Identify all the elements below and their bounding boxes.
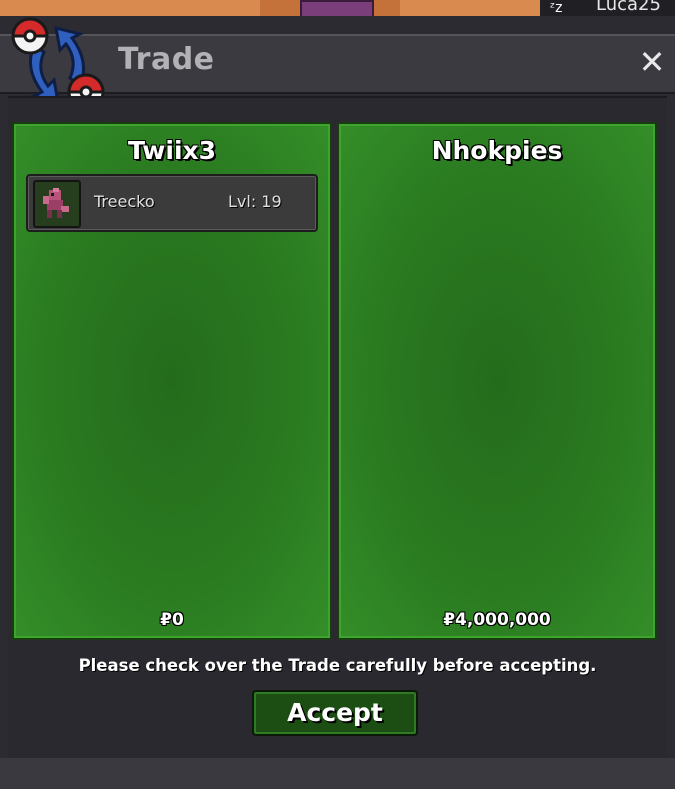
player-tag-name: Luca25 <box>596 0 661 15</box>
treecko-sprite-icon <box>43 188 69 218</box>
partner-player-name: Nhokpies <box>431 136 563 165</box>
close-icon[interactable]: ✕ <box>636 46 668 78</box>
offered-pokemon-row[interactable]: Treecko Lvl: 19 <box>26 174 318 232</box>
pokemon-sprite-slot <box>33 180 81 228</box>
sleep-icon: ᶻz <box>550 0 563 16</box>
my-money-offer: ₽0 <box>160 610 184 630</box>
window-footer <box>0 758 675 789</box>
trade-notice: Please check over the Trade carefully be… <box>78 656 597 675</box>
pokemon-level: Lvl: 19 <box>228 192 282 211</box>
window-title: Trade <box>118 42 215 77</box>
pokemon-name: Treecko <box>94 192 155 211</box>
pokeball-icon <box>11 17 49 55</box>
trade-window: Trade ✕ Twiix3 Treecko Lvl: 19 ₽0 Nhokpi… <box>0 16 675 789</box>
partner-money-offer: ₽4,000,000 <box>443 610 551 630</box>
partner-offer-panel: Nhokpies ₽4,000,000 <box>337 122 657 640</box>
my-player-name: Twiix3 <box>127 136 217 165</box>
trade-body: Twiix3 Treecko Lvl: 19 ₽0 Nhokpies ₽4,00… <box>8 96 667 758</box>
accept-button[interactable]: Accept <box>252 690 418 736</box>
my-offer-panel: Twiix3 Treecko Lvl: 19 ₽0 <box>12 122 332 640</box>
